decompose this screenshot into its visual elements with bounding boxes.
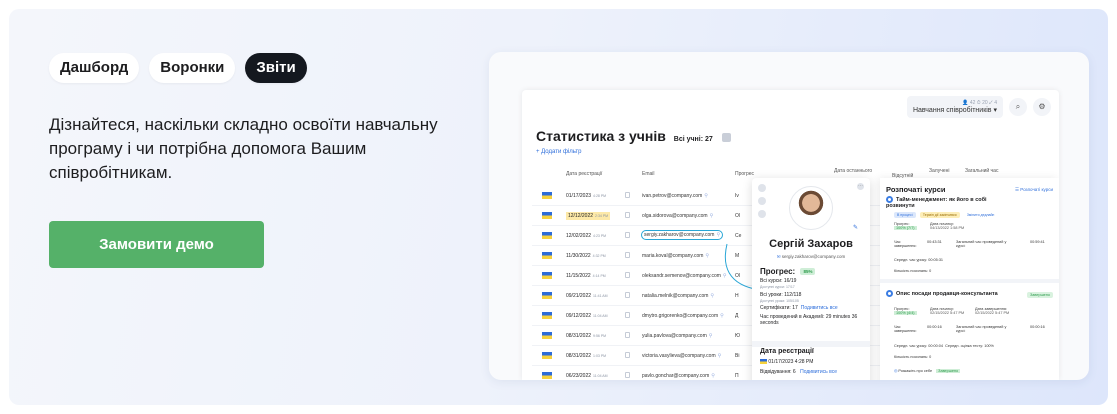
status-badge: В процесі bbox=[894, 212, 916, 218]
course-chips: В процесі Термін дії закінчився Змінити … bbox=[894, 212, 1000, 218]
visits-line: Відвідування: 6 Подивитись все bbox=[760, 369, 837, 375]
stat-sub: Доступні уроки: 105/105 bbox=[760, 299, 799, 303]
course-total-value: 00:00:16 bbox=[1030, 325, 1045, 329]
status-badge: Завершено bbox=[936, 369, 961, 373]
student-name: Сергій Захаров bbox=[769, 238, 853, 250]
student-email-text: sergiy.zakharov@company.com bbox=[781, 254, 846, 259]
kv-label: Середн. час уроку: 00:00:04 bbox=[894, 344, 944, 348]
registration-title: Дата реєстрації bbox=[760, 348, 814, 355]
student-profile-card: ⋯ ✎ Сергій Захаров ✉ sergiy.zakharov@com… bbox=[752, 178, 870, 380]
courses-divider bbox=[880, 279, 1059, 283]
course-end: Дата завершення: 02/15/2022 5:47 PM bbox=[975, 307, 1009, 315]
progress-title: Прогрес: 85% bbox=[760, 267, 816, 276]
course-attempts: Кількість посилань: 0 bbox=[894, 355, 932, 359]
registration-value: 01/17/2023 4:28 PM bbox=[760, 359, 813, 365]
course-name-text: Тайм-менеджмент: як його в собі розвинут… bbox=[886, 196, 987, 209]
course-start: Дата початку: 02/15/2022 5:47 PM bbox=[930, 307, 964, 315]
profile-side-actions bbox=[758, 184, 766, 223]
lesson-name: Розкажіть про себе bbox=[898, 369, 933, 373]
tab-dashboard[interactable]: Дашборд bbox=[49, 53, 140, 83]
product-screenshot: 👤 42 ⏱ 20 ✓ 4 Навчання співробітників ▾ … bbox=[489, 52, 1089, 380]
course-total-value: 00:59:41 bbox=[1030, 240, 1045, 244]
promo-card: Дашборд Воронки Звіти Дізнайтеся, наскіл… bbox=[9, 9, 1108, 405]
progress-title-text: Прогрес: bbox=[760, 267, 796, 276]
profile-divider bbox=[752, 341, 870, 347]
stat-text: Час проведений в Академії: 29 minutes 36… bbox=[760, 314, 858, 326]
tab-funnels[interactable]: Воронки bbox=[149, 53, 236, 83]
visits-count: Відвідування: 6 bbox=[760, 369, 796, 375]
status-badge: Термін дії закінчився bbox=[919, 212, 960, 218]
kv-label: Час завершення: bbox=[894, 240, 917, 248]
visits-link[interactable]: Подивитись все bbox=[800, 369, 837, 375]
course-avg: Середн. час уроку: 00:00:04 Середн. оцін… bbox=[894, 344, 994, 348]
registration-date: 01/17/2023 4:28 PM bbox=[768, 359, 814, 365]
tab-reports[interactable]: Звіти bbox=[245, 53, 307, 83]
course-status-icon bbox=[886, 290, 893, 297]
kv-value: 02/15/2022 5:47 PM bbox=[975, 311, 1010, 315]
kv-value: 100% (7/7) bbox=[894, 226, 917, 230]
course-avg: Середн. час уроку: 00:05:31 bbox=[894, 258, 943, 262]
courses-title: Розпочаті курси bbox=[886, 185, 946, 194]
course-name[interactable]: Опис посади продавця-консультанта bbox=[886, 290, 1006, 297]
report-tabs: Дашборд Воронки Звіти bbox=[49, 53, 307, 83]
profile-stat: Сертифікати: 17 Подивитись все bbox=[760, 305, 864, 311]
kv-value: 00:05:31 bbox=[928, 258, 944, 262]
course-status-icon bbox=[886, 196, 893, 203]
course-start: Дата початку: 04/13/2022 1:58 PM bbox=[930, 222, 964, 230]
avatar bbox=[789, 186, 833, 230]
kv-value: 04/13/2022 1:58 PM bbox=[930, 226, 965, 230]
stat-sub: Доступні курси: 17/17 bbox=[760, 285, 795, 289]
kv-value: Середн. оцінка тесту: 100% bbox=[945, 344, 994, 348]
stat-text: Сертифікати: 17 bbox=[760, 305, 798, 311]
more-icon[interactable]: ⋯ bbox=[857, 183, 864, 190]
flag-icon bbox=[760, 359, 767, 365]
progress-badge: 85% bbox=[800, 268, 816, 276]
course-attempts: Кількість посилань: 0 bbox=[894, 269, 932, 273]
course-time: Час завершення: bbox=[894, 240, 924, 248]
started-courses-panel: Розпочаті курси ☰ Розпочаті курси Тайм-м… bbox=[880, 178, 1059, 380]
student-email: ✉ sergiy.zakharov@company.com bbox=[752, 254, 870, 260]
prev-icon[interactable] bbox=[758, 197, 766, 205]
lesson-item[interactable]: ◎ Розкажіть про себе Завершено bbox=[894, 368, 961, 373]
profile-stat: Доступні курси: 17/17 bbox=[760, 284, 864, 290]
course-progress: Прогрес: 100% (4/4) bbox=[894, 307, 917, 315]
profile-stat: Час проведений в Академії: 29 minutes 36… bbox=[760, 314, 864, 326]
kv-label: Середн. час уроку: bbox=[894, 258, 928, 262]
courses-sort[interactable]: ☰ Розпочаті курси bbox=[1015, 187, 1053, 193]
edit-icon[interactable]: ✎ bbox=[853, 224, 858, 231]
course-total: Загальний час проведений у курсі: bbox=[956, 240, 1007, 248]
change-deadline-link[interactable]: Змінити дедлайн bbox=[964, 212, 998, 218]
statistics-app: 👤 42 ⏱ 20 ✓ 4 Навчання співробітників ▾ … bbox=[522, 90, 1059, 380]
feature-description: Дізнайтеся, наскільки складно освоїти на… bbox=[49, 115, 438, 182]
course-name[interactable]: Тайм-менеджмент: як його в собі розвинут… bbox=[886, 196, 1006, 209]
status-badge: Завершено bbox=[1027, 292, 1053, 298]
course-name-text: Опис посади продавця-консультанта bbox=[896, 290, 998, 297]
profile-stat: Доступні уроки: 105/105 bbox=[760, 298, 864, 304]
kv-value: 02/15/2022 5:47 PM bbox=[930, 311, 965, 315]
kv-value: 100% (4/4) bbox=[894, 311, 917, 315]
order-demo-button[interactable]: Замовити демо bbox=[49, 221, 264, 268]
next-icon[interactable] bbox=[758, 210, 766, 218]
course-time-value: 00:00:16 bbox=[927, 325, 942, 329]
close-icon[interactable] bbox=[758, 184, 766, 192]
course-progress: Прогрес: 100% (7/7) bbox=[894, 222, 917, 230]
course-time: Час завершення: bbox=[894, 325, 917, 333]
course-time-value: 00:43:31 bbox=[927, 240, 942, 244]
view-all-link[interactable]: Подивитись все bbox=[801, 305, 838, 311]
course-total: Загальний час проведений у курсі: bbox=[956, 325, 1007, 333]
